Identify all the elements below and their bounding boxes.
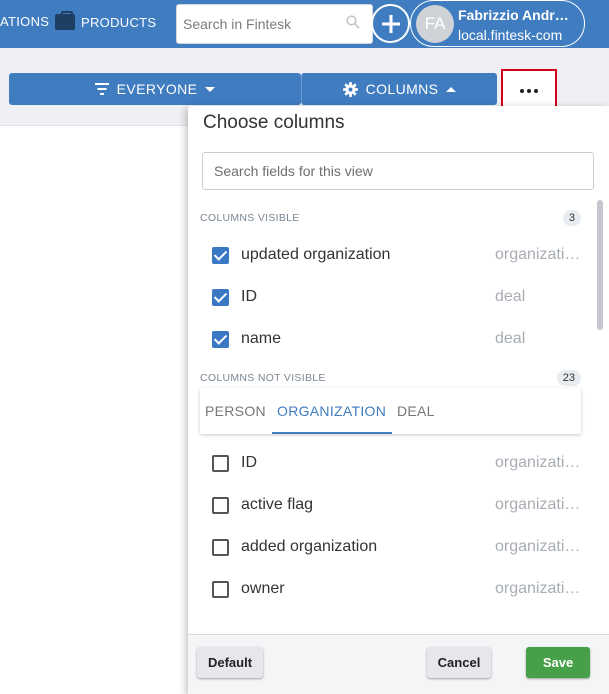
column-name: ID	[241, 288, 257, 305]
default-button[interactable]: Default	[197, 647, 263, 678]
list-scrollbar[interactable]	[596, 200, 604, 632]
checkbox-unchecked[interactable]	[212, 455, 229, 472]
choose-columns-panel: Choose columns COLUMNS VISIBLE 3 updated…	[188, 106, 609, 694]
filter-icon	[94, 83, 109, 95]
column-entity: deal	[495, 330, 526, 347]
checkbox-unchecked[interactable]	[212, 539, 229, 556]
scrollbar-thumb[interactable]	[597, 200, 603, 330]
column-row[interactable]: active flag organization	[188, 484, 588, 526]
column-row[interactable]: added organization organization	[188, 526, 588, 568]
checkbox-checked[interactable]	[212, 331, 229, 348]
column-entity: deal	[495, 288, 526, 305]
global-search-input[interactable]	[177, 5, 337, 43]
columns-not-visible-label: COLUMNS NOT VISIBLE	[200, 372, 326, 384]
field-search-input[interactable]	[203, 153, 593, 189]
everyone-filter-button[interactable]: EVERYONE	[9, 73, 301, 105]
nav-applications-label: ATIONS	[0, 14, 50, 29]
entity-tabs: PERSON ORGANIZATION DEAL	[200, 388, 581, 434]
add-new-button[interactable]	[371, 4, 410, 43]
more-dot-icon	[520, 88, 524, 93]
column-name: ID	[241, 454, 257, 471]
user-domain: local.fintesk-com	[458, 27, 563, 43]
plus-icon	[381, 14, 400, 33]
checkbox-unchecked[interactable]	[212, 497, 229, 514]
save-button[interactable]: Save	[526, 647, 590, 678]
column-entity: organization	[495, 454, 581, 471]
tab-organization[interactable]: ORGANIZATION	[277, 403, 386, 419]
more-dot-icon	[527, 88, 531, 93]
column-entity: organization	[495, 538, 581, 555]
columns-button[interactable]: COLUMNS	[301, 73, 497, 105]
user-menu[interactable]: FA Fabrizzio Andr… local.fintesk-com	[410, 0, 585, 47]
checkbox-unchecked[interactable]	[212, 581, 229, 598]
columns-label: COLUMNS	[365, 81, 439, 97]
column-row[interactable]: ID organization	[188, 442, 588, 484]
columns-not-visible-count: 23	[556, 370, 581, 386]
field-search	[202, 152, 594, 190]
column-entity: organization	[495, 580, 581, 597]
chevron-down-icon	[205, 86, 216, 92]
column-entity: organization	[495, 496, 581, 513]
everyone-label: EVERYONE	[116, 81, 198, 97]
columns-list: COLUMNS VISIBLE 3 updated organization o…	[188, 198, 609, 634]
panel-title: Choose columns	[203, 112, 345, 133]
nav-products-label: PRODUCTS	[81, 14, 157, 30]
cancel-button[interactable]: Cancel	[427, 647, 491, 678]
column-entity: organization	[495, 246, 581, 263]
column-name: active flag	[241, 496, 314, 513]
briefcase-icon	[55, 11, 75, 30]
user-name: Fabrizzio Andr…	[458, 7, 569, 23]
column-name: updated organization	[241, 246, 391, 263]
checkbox-checked[interactable]	[212, 289, 229, 306]
columns-visible-count: 3	[562, 210, 581, 226]
column-name: owner	[241, 580, 285, 597]
tab-person[interactable]: PERSON	[205, 403, 266, 419]
checkbox-checked[interactable]	[212, 247, 229, 264]
column-name: added organization	[241, 538, 378, 555]
column-name: name	[241, 330, 282, 347]
active-tab-indicator	[272, 432, 392, 434]
gear-icon	[342, 81, 358, 97]
column-row[interactable]: updated organization organization	[188, 234, 588, 276]
column-row[interactable]: name deal	[188, 318, 588, 360]
chevron-up-icon	[446, 86, 457, 92]
more-dot-icon	[534, 88, 538, 93]
columns-visible-label: COLUMNS VISIBLE	[200, 212, 300, 224]
panel-footer: Default Cancel Save	[188, 634, 609, 694]
top-navigation-bar: ATIONS PRODUCTS FA Fabrizzio Andr… local…	[0, 0, 609, 48]
column-row[interactable]: ID deal	[188, 276, 588, 318]
nav-products-link[interactable]: PRODUCTS	[55, 11, 157, 30]
avatar: FA	[416, 5, 454, 43]
search-icon[interactable]	[346, 15, 360, 29]
tab-deal[interactable]: DEAL	[397, 403, 435, 419]
column-row[interactable]: owner organization	[188, 568, 588, 610]
nav-applications-link[interactable]: ATIONS	[0, 14, 49, 29]
global-search	[176, 4, 373, 44]
